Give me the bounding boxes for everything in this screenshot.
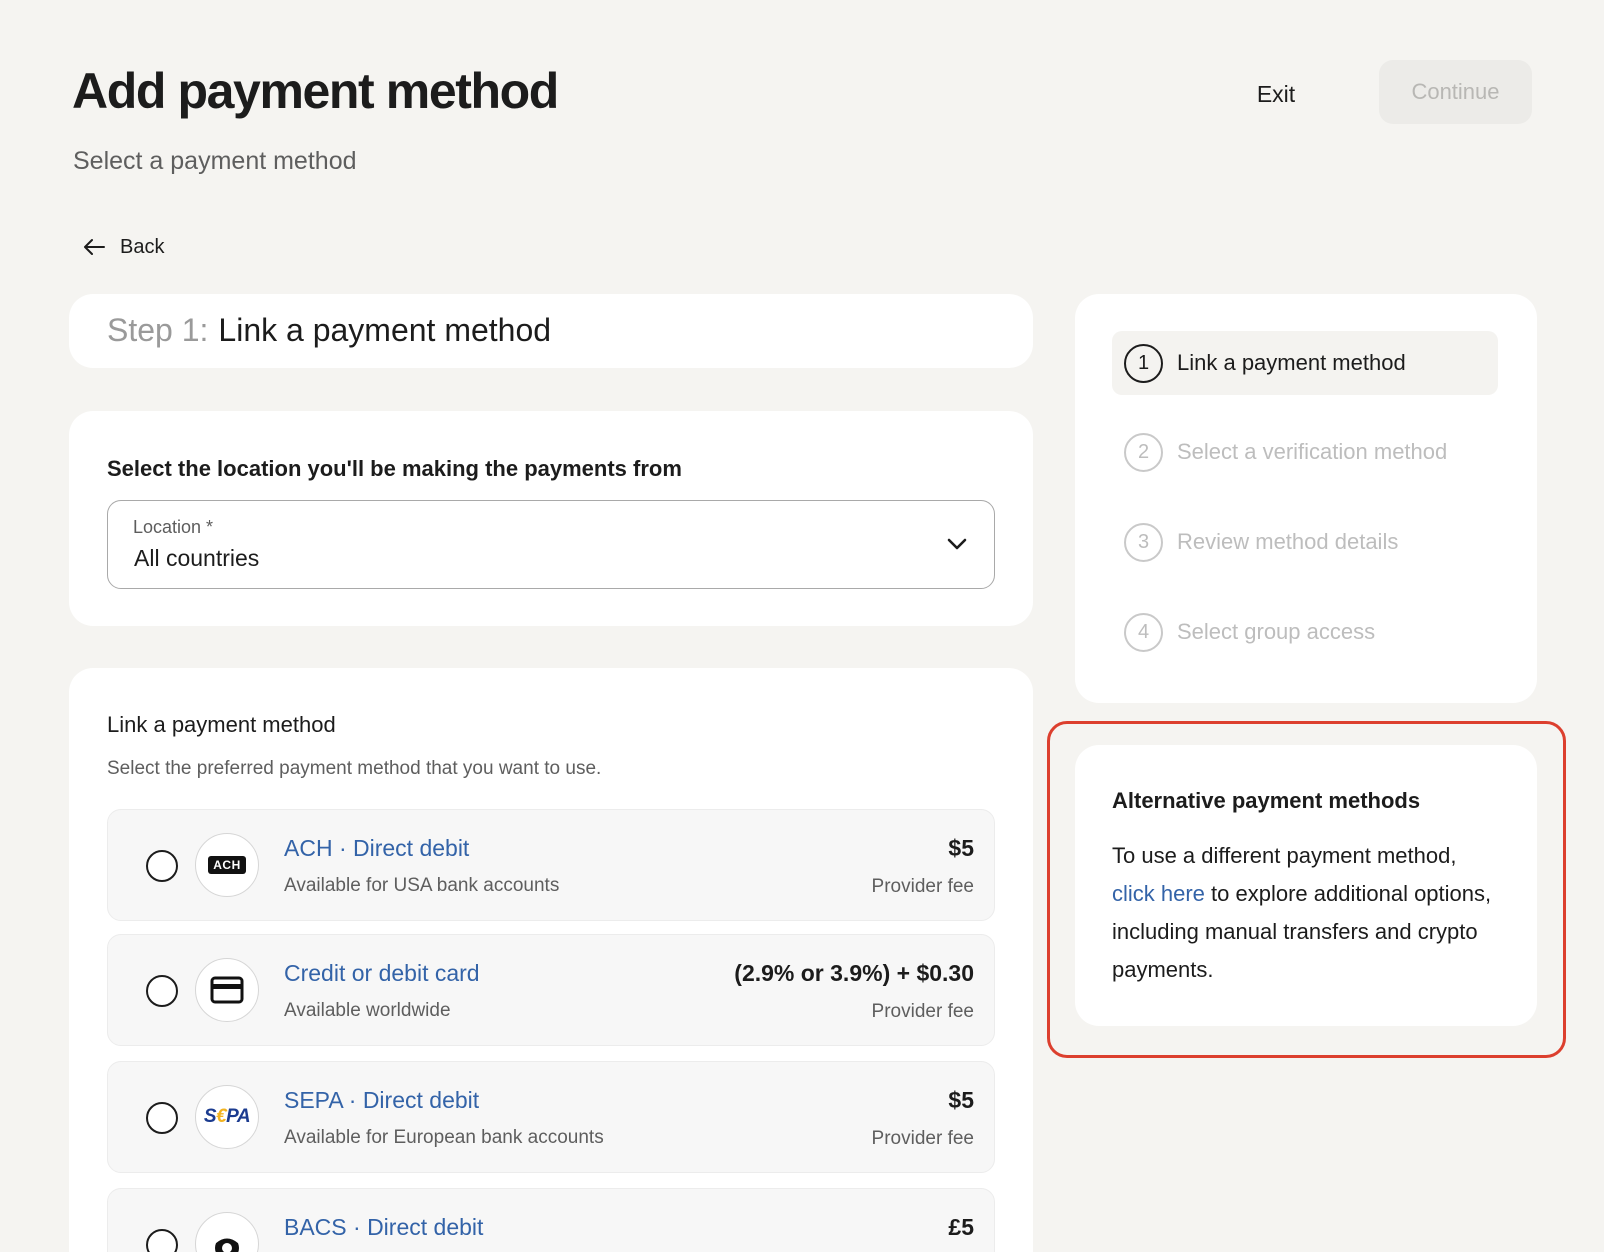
method-fee-label: Provider fee bbox=[871, 876, 974, 897]
credit-card-icon bbox=[195, 958, 259, 1022]
methods-heading: Link a payment method bbox=[107, 712, 336, 737]
method-name[interactable]: Credit or debit card bbox=[284, 960, 480, 987]
page-title: Add payment method bbox=[72, 63, 559, 119]
method-fee-label: Provider fee bbox=[871, 1001, 974, 1022]
page-subtitle: Select a payment method bbox=[73, 147, 357, 175]
methods-subtitle: Select the preferred payment method that… bbox=[107, 758, 602, 779]
radio-button[interactable] bbox=[146, 850, 178, 882]
step-number-badge: 2 bbox=[1124, 432, 1163, 472]
method-description: Available for European bank accounts bbox=[284, 1127, 604, 1148]
back-label: Back bbox=[120, 235, 165, 258]
stepper-item-group-access[interactable]: 4 Select group access bbox=[1112, 600, 1498, 664]
location-field-label: Location * bbox=[133, 517, 214, 537]
step-card: Step 1: Link a payment method bbox=[69, 294, 1033, 368]
progress-stepper: 1 Link a payment method 2 Select a verif… bbox=[1075, 294, 1537, 703]
continue-button[interactable]: Continue bbox=[1379, 60, 1532, 124]
sepa-logo-text: S€PA bbox=[203, 1106, 251, 1127]
method-description: Available for USA bank accounts bbox=[284, 875, 560, 896]
step-number-badge: 4 bbox=[1124, 612, 1163, 652]
back-link[interactable]: Back bbox=[82, 232, 164, 262]
exit-button[interactable]: Exit bbox=[1234, 72, 1318, 116]
alternative-heading: Alternative payment methods bbox=[1112, 788, 1421, 813]
stepper-item-review[interactable]: 3 Review method details bbox=[1112, 510, 1498, 574]
payment-method-card[interactable]: Credit or debit card Available worldwide… bbox=[107, 934, 995, 1046]
step-number-badge: 1 bbox=[1124, 343, 1163, 383]
method-price: $5 bbox=[948, 835, 974, 861]
radio-button[interactable] bbox=[146, 975, 178, 1007]
step-number-badge: 3 bbox=[1124, 522, 1163, 562]
alternative-text: To use a different payment method, click… bbox=[1112, 837, 1512, 989]
location-selected-value: All countries bbox=[134, 545, 260, 571]
stepper-item-link-payment[interactable]: 1 Link a payment method bbox=[1112, 331, 1498, 395]
method-price: $5 bbox=[948, 1087, 974, 1113]
method-price: (2.9% or 3.9%) + $0.30 bbox=[734, 960, 974, 986]
alternative-text-before: To use a different payment method, bbox=[1112, 843, 1457, 868]
method-description: Available worldwide bbox=[284, 1000, 451, 1021]
stepper-item-label: Link a payment method bbox=[1177, 350, 1406, 375]
step-prefix: Step 1: bbox=[107, 312, 209, 348]
location-card: Select the location you'll be making the… bbox=[69, 411, 1033, 626]
click-here-link[interactable]: click here bbox=[1112, 881, 1205, 906]
payment-method-bacs[interactable]: BACS · Direct debit £5 bbox=[107, 1188, 995, 1252]
ach-logo-text: ACH bbox=[208, 856, 246, 874]
payment-method-ach[interactable]: ACH ACH · Direct debit Available for USA… bbox=[107, 809, 995, 921]
payment-method-sepa[interactable]: S€PA SEPA · Direct debit Available for E… bbox=[107, 1061, 995, 1173]
bacs-logo-icon bbox=[195, 1212, 259, 1252]
method-name[interactable]: SEPA · Direct debit bbox=[284, 1087, 479, 1114]
step-name: Link a payment method bbox=[218, 312, 552, 348]
alternative-methods-card: Alternative payment methods To use a dif… bbox=[1075, 745, 1537, 1026]
location-heading: Select the location you'll be making the… bbox=[107, 456, 682, 481]
method-fee-label: Provider fee bbox=[871, 1128, 974, 1149]
payment-methods-card: Link a payment method Select the preferr… bbox=[69, 668, 1033, 1252]
stepper-item-verification[interactable]: 2 Select a verification method bbox=[1112, 420, 1498, 484]
arrow-left-icon bbox=[82, 237, 106, 257]
location-select[interactable]: Location * All countries bbox=[107, 500, 995, 589]
radio-button[interactable] bbox=[146, 1102, 178, 1134]
stepper-item-label: Review method details bbox=[1177, 529, 1399, 554]
sepa-logo-icon: S€PA bbox=[195, 1085, 259, 1149]
ach-logo-icon: ACH bbox=[195, 833, 259, 897]
stepper-item-label: Select a verification method bbox=[1177, 439, 1448, 464]
chevron-down-icon bbox=[946, 533, 968, 560]
method-price: £5 bbox=[948, 1214, 974, 1240]
method-name[interactable]: BACS · Direct debit bbox=[284, 1214, 483, 1241]
stepper-item-label: Select group access bbox=[1177, 619, 1376, 644]
method-name[interactable]: ACH · Direct debit bbox=[284, 835, 469, 862]
radio-button[interactable] bbox=[146, 1229, 178, 1252]
step-heading: Step 1: Link a payment method bbox=[107, 312, 551, 349]
